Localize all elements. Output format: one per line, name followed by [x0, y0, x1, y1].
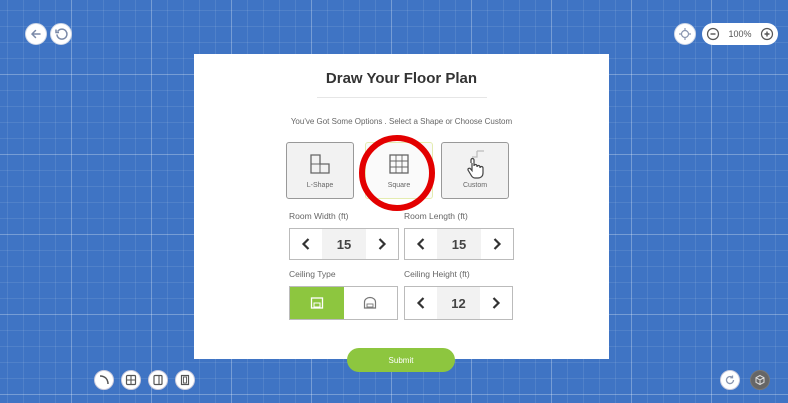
room-length-decrement[interactable]: [405, 229, 437, 259]
window-tool[interactable]: [121, 370, 141, 390]
door-tool[interactable]: [148, 370, 168, 390]
ceiling-height-increment[interactable]: [480, 287, 512, 319]
crosshair-icon: [679, 28, 691, 40]
3d-view-icon: [755, 374, 765, 386]
l-shape-icon: [310, 154, 330, 174]
room-length-value[interactable]: 15: [437, 229, 481, 259]
room-width-increment[interactable]: [366, 229, 398, 259]
ceiling-height-stepper: 12: [404, 286, 513, 320]
room-length-label: Room Length (ft): [404, 211, 468, 221]
chevron-right-icon: [493, 238, 502, 250]
chevron-left-icon: [416, 297, 425, 309]
title-divider: [317, 97, 487, 98]
room-width-label: Room Width (ft): [289, 211, 349, 221]
shape-option-custom[interactable]: Custom: [441, 142, 509, 199]
zoom-control: 100%: [702, 23, 778, 45]
undo-button[interactable]: [50, 23, 72, 45]
plus-circle-icon: [760, 27, 774, 41]
zoom-in-button[interactable]: [759, 26, 775, 42]
ceiling-option-vaulted[interactable]: [344, 287, 398, 319]
ceiling-type-toggle: [289, 286, 398, 320]
room-width-decrement[interactable]: [290, 229, 322, 259]
chevron-right-icon: [378, 238, 387, 250]
shape-option-l-shape[interactable]: L-Shape: [286, 142, 354, 199]
room-length-increment[interactable]: [481, 229, 513, 259]
3d-view-button[interactable]: [750, 370, 770, 390]
ceiling-height-decrement[interactable]: [405, 287, 437, 319]
highlight-ring: [359, 135, 435, 211]
rotate-button[interactable]: [720, 370, 740, 390]
door-icon: [153, 374, 163, 386]
room-width-stepper: 15: [289, 228, 399, 260]
zoom-level: 100%: [728, 29, 752, 39]
panel-icon: [180, 374, 190, 386]
ceiling-option-flat[interactable]: [290, 287, 344, 319]
undo-icon: [55, 28, 68, 40]
rotate-icon: [725, 375, 735, 385]
back-button[interactable]: [25, 23, 47, 45]
window-icon: [125, 374, 137, 386]
chevron-left-icon: [301, 238, 310, 250]
zoom-out-button[interactable]: [705, 26, 721, 42]
dialog-title: Draw Your Floor Plan: [325, 70, 478, 87]
room-width-value[interactable]: 15: [322, 229, 366, 259]
arrow-left-icon: [30, 29, 41, 39]
shape-label: Custom: [462, 182, 488, 189]
room-length-stepper: 15: [404, 228, 514, 260]
chevron-left-icon: [416, 238, 425, 250]
custom-shape-icon: [467, 150, 484, 179]
flat-ceiling-icon: [310, 297, 323, 309]
chevron-right-icon: [492, 297, 501, 309]
minus-circle-icon: [706, 27, 720, 41]
vaulted-ceiling-icon: [364, 296, 377, 309]
curve-wall-tool[interactable]: [94, 370, 114, 390]
submit-button[interactable]: Submit: [347, 348, 455, 372]
shape-label: L-Shape: [306, 182, 334, 189]
ceiling-height-value[interactable]: 12: [437, 287, 480, 319]
ceiling-height-label: Ceiling Height (ft): [404, 269, 470, 279]
locate-button[interactable]: [674, 23, 696, 45]
dialog-subtitle: You've Got Some Options . Select a Shape…: [290, 117, 513, 126]
panel-tool[interactable]: [175, 370, 195, 390]
ceiling-type-label: Ceiling Type: [289, 269, 336, 279]
curve-wall-icon: [99, 375, 109, 385]
